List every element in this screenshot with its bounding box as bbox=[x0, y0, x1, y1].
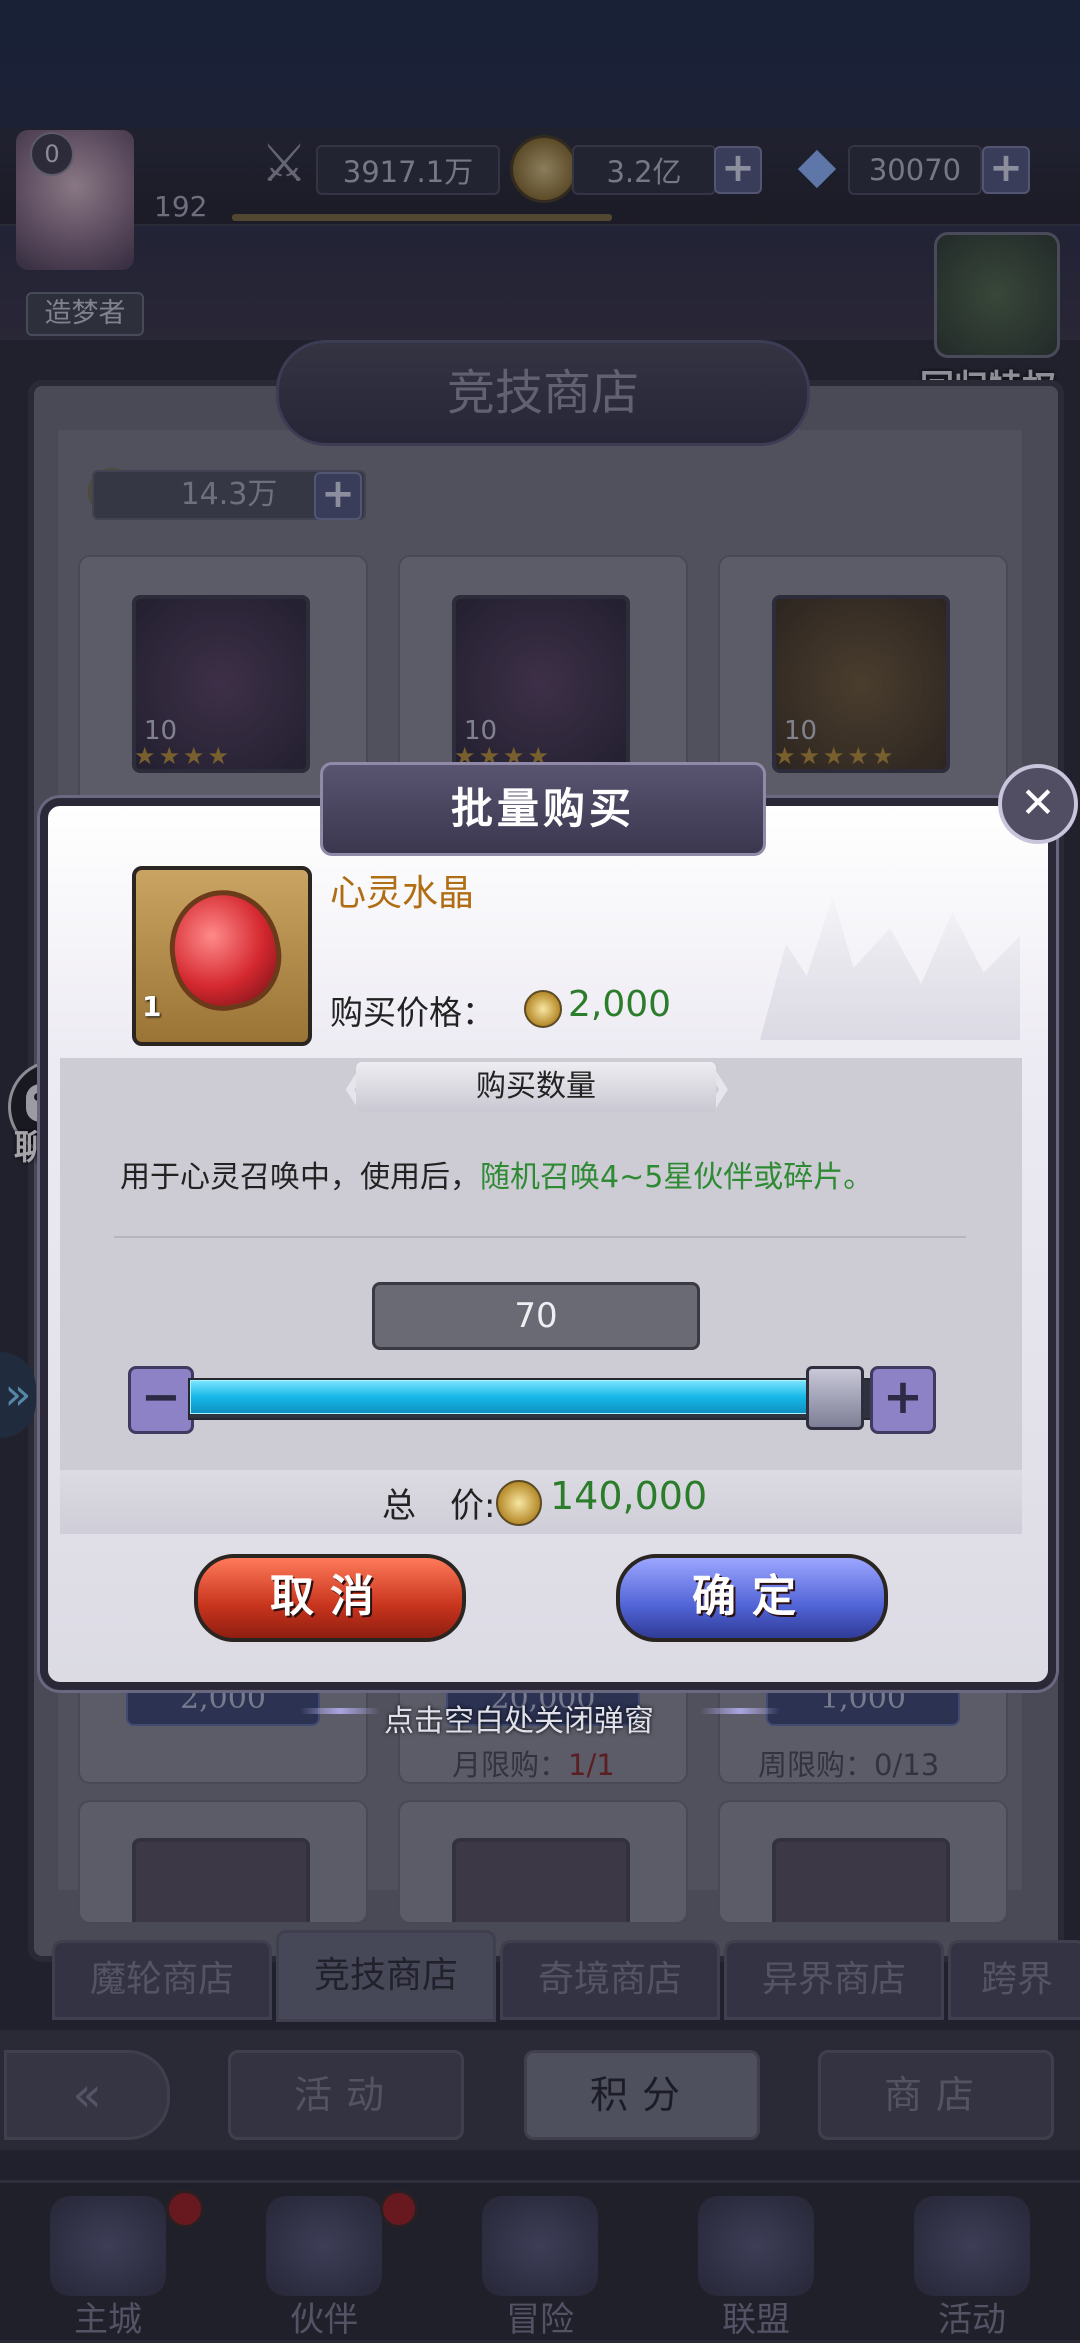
arena-coin-icon bbox=[496, 1480, 542, 1526]
close-icon[interactable]: ✕ bbox=[998, 764, 1078, 844]
arena-coin-icon bbox=[524, 990, 562, 1028]
increase-button[interactable]: + bbox=[870, 1366, 936, 1434]
total-value: 140,000 bbox=[550, 1474, 708, 1518]
confirm-button[interactable]: 确定 bbox=[616, 1554, 888, 1642]
quantity-tab: 购买数量 bbox=[356, 1062, 716, 1112]
dialog-title: 批量购买 bbox=[320, 762, 766, 856]
price-label: 购买价格： bbox=[330, 993, 495, 1032]
price-value: 2,000 bbox=[568, 984, 672, 1025]
slider-fill bbox=[190, 1380, 854, 1414]
slider-handle[interactable] bbox=[806, 1366, 864, 1430]
total-label: 总 价: bbox=[382, 1486, 496, 1526]
cancel-button[interactable]: 取消 bbox=[194, 1554, 466, 1642]
hint-ornament-right bbox=[700, 1708, 780, 1714]
close-hint: 点击空白处关闭弹窗 bbox=[384, 1704, 654, 1739]
item-description: 用于心灵召唤中，使用后，随机召唤4~5星伙伴或碎片。 bbox=[120, 1160, 874, 1195]
item-name: 心灵水晶 bbox=[330, 873, 475, 914]
hint-ornament-left bbox=[300, 1708, 380, 1714]
decrease-button[interactable]: − bbox=[128, 1366, 194, 1434]
divider bbox=[114, 1236, 966, 1238]
item-count: 1 bbox=[142, 990, 162, 1023]
quantity-input[interactable]: 70 bbox=[372, 1282, 700, 1350]
